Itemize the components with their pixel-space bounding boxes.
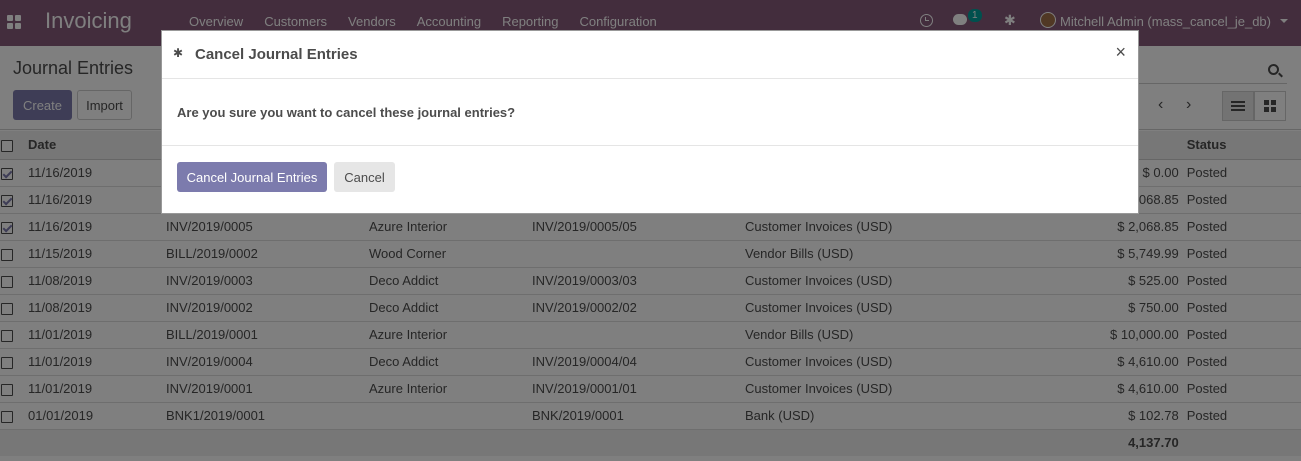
confirm-cancel-entries-button[interactable]: Cancel Journal Entries — [177, 162, 327, 192]
dialog-footer: Cancel Journal Entries Cancel — [162, 146, 1138, 214]
dismiss-dialog-button[interactable]: Cancel — [334, 162, 395, 192]
dialog-body: Are you sure you want to cancel these jo… — [162, 79, 1138, 146]
dialog-header: ✱ Cancel Journal Entries × — [162, 31, 1138, 79]
cancel-entries-dialog: ✱ Cancel Journal Entries × Are you sure … — [161, 30, 1139, 214]
dialog-message: Are you sure you want to cancel these jo… — [177, 105, 516, 120]
close-icon[interactable]: × — [1115, 43, 1126, 61]
dialog-title: Cancel Journal Entries — [195, 46, 358, 63]
debug-bug-icon[interactable]: ✱ — [173, 46, 183, 60]
